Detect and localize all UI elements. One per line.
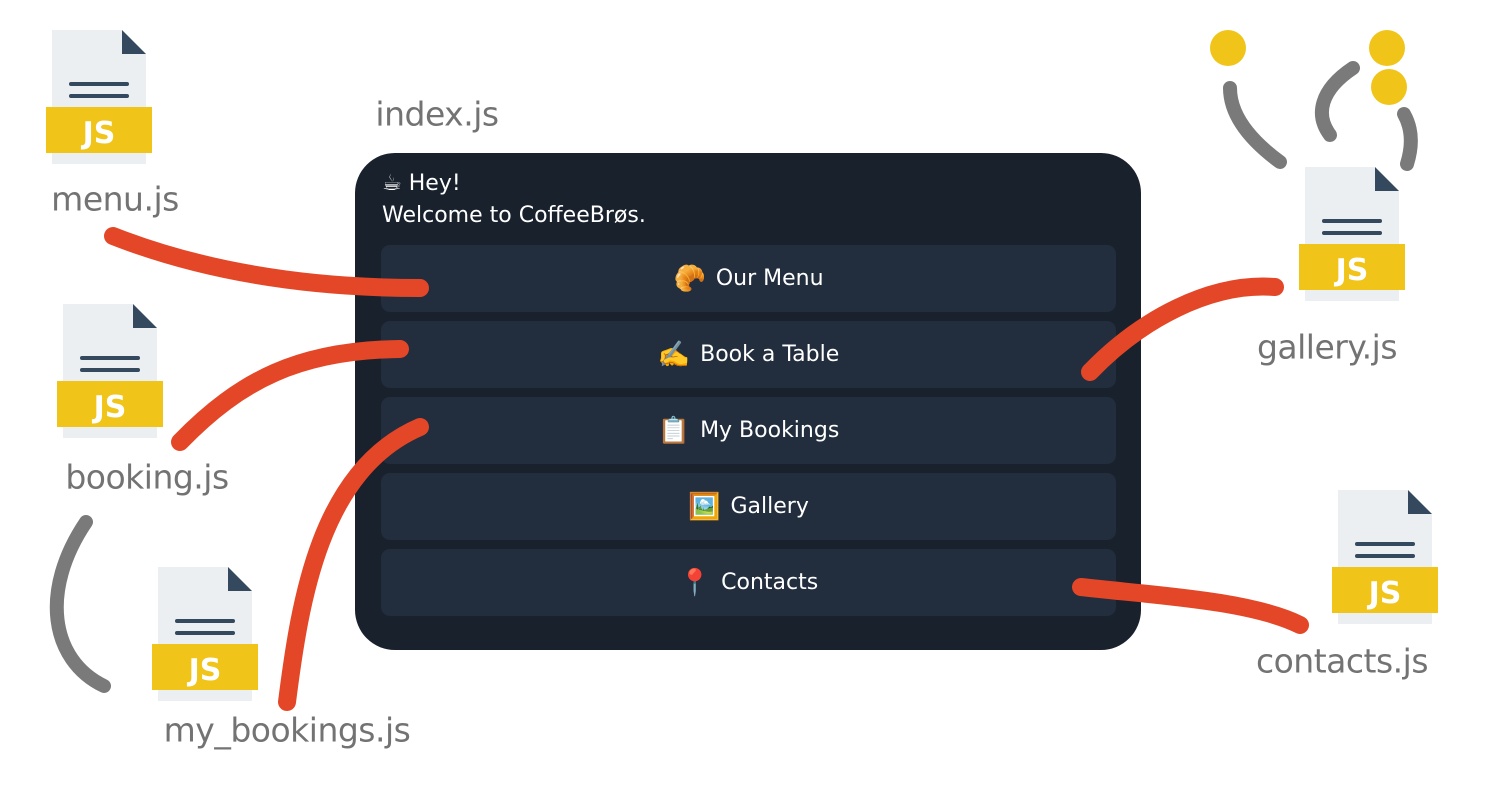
- our-menu-button[interactable]: 🥐 Our Menu: [381, 245, 1116, 312]
- yellow-dot: [1210, 30, 1246, 66]
- my-bookings-button[interactable]: 📋 My Bookings: [381, 397, 1116, 464]
- welcome-text: Welcome to CoffeeBrøs.: [382, 203, 646, 228]
- file-label-gallery: gallery.js: [1256, 327, 1398, 367]
- clipboard-icon: 📋: [657, 415, 691, 446]
- app-window: ☕ Hey! Welcome to CoffeeBrøs. 🥐 Our Menu…: [355, 153, 1141, 650]
- js-badge-text: JS: [92, 390, 127, 425]
- js-badge-text: JS: [1334, 253, 1369, 288]
- gallery-button[interactable]: 🖼️ Gallery: [381, 473, 1116, 540]
- file-icon-menu: JS: [46, 30, 152, 164]
- grey-arc-top-mid: [1315, 61, 1360, 142]
- yellow-dot: [1369, 30, 1405, 66]
- js-badge-text: JS: [187, 653, 222, 688]
- coffee-icon: ☕: [382, 171, 402, 196]
- file-label-menu: menu.js: [51, 179, 179, 219]
- file-icon-contacts: JS: [1332, 490, 1438, 624]
- file-label-booking: booking.js: [65, 457, 229, 497]
- file-icon-booking: JS: [57, 304, 163, 438]
- button-label: Book a Table: [700, 342, 840, 367]
- framed-picture-icon: 🖼️: [688, 491, 721, 522]
- file-icon-gallery: JS: [1299, 167, 1405, 301]
- button-label: Our Menu: [715, 266, 824, 291]
- greeting-line-1: ☕ Hey!: [382, 171, 461, 196]
- yellow-dots: [1210, 30, 1407, 105]
- file-label-index: index.js: [375, 94, 499, 134]
- file-label-my-bookings: my_bookings.js: [163, 710, 411, 750]
- button-label: My Bookings: [700, 418, 840, 443]
- grey-arc-top-left: [1223, 81, 1287, 169]
- croissant-icon: 🥐: [673, 263, 706, 294]
- pin-icon: 📍: [678, 567, 712, 598]
- greeting-text: Hey!: [408, 171, 461, 196]
- contacts-button[interactable]: 📍 Contacts: [381, 549, 1116, 616]
- button-label: Contacts: [721, 570, 819, 595]
- yellow-dot: [1371, 69, 1407, 105]
- book-a-table-button[interactable]: ✍️ Book a Table: [381, 321, 1116, 388]
- grey-arc-left: [49, 515, 111, 693]
- writing-hand-icon: ✍️: [657, 339, 691, 370]
- file-icon-my-bookings: JS: [152, 567, 258, 701]
- button-label: Gallery: [730, 494, 809, 519]
- js-badge-text: JS: [1367, 576, 1402, 611]
- file-label-contacts: contacts.js: [1255, 641, 1429, 681]
- js-badge-text: JS: [81, 116, 116, 151]
- grey-arc-top-right: [1397, 107, 1418, 171]
